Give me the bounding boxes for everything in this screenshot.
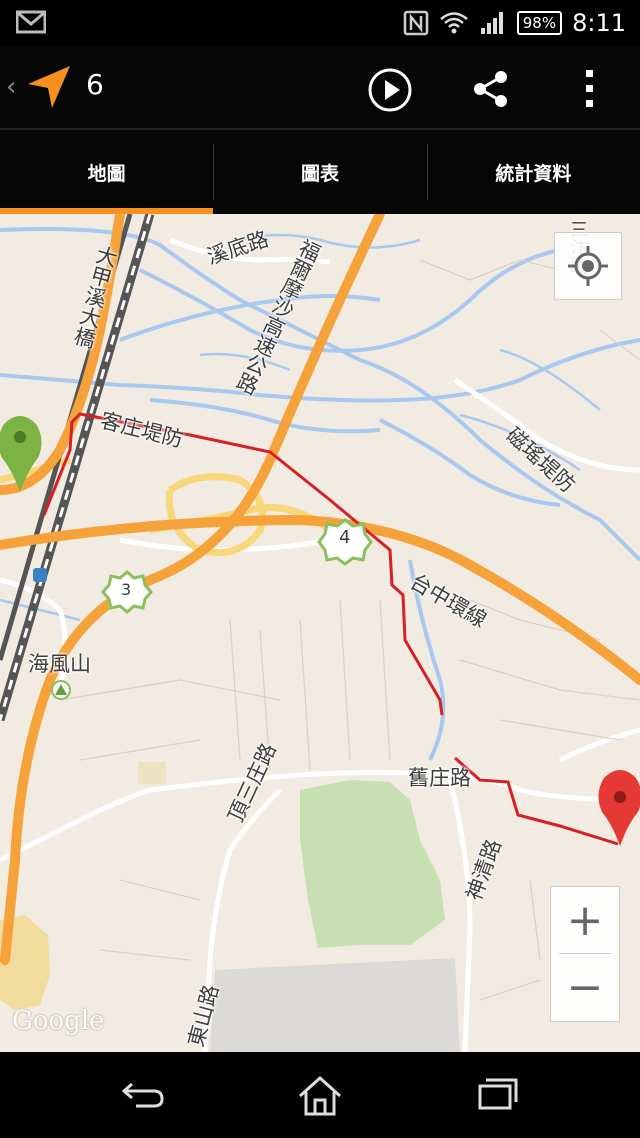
tab-map[interactable]: 地圖 — [0, 130, 214, 214]
end-marker — [598, 770, 640, 846]
label-jiuzhuang-road: 舊庄路 — [408, 766, 471, 790]
label-highway-4: 4 — [339, 527, 351, 548]
gmail-icon — [16, 10, 46, 34]
recents-icon[interactable] — [474, 1074, 520, 1114]
tab-chart[interactable]: 圖表 — [213, 130, 426, 214]
home-icon[interactable] — [296, 1074, 344, 1118]
back-icon[interactable] — [118, 1074, 168, 1114]
label-haifeng-mountain: 海風山 — [28, 652, 91, 676]
zoom-out-button[interactable]: − — [551, 954, 619, 1020]
google-attribution: Google — [12, 1006, 105, 1036]
more-vert-icon[interactable] — [576, 66, 604, 112]
wifi-icon — [439, 12, 468, 34]
up-caret-icon[interactable]: ‹ — [6, 72, 16, 102]
activity-title: 6 — [86, 68, 104, 101]
zoom-controls: + − — [550, 886, 620, 1022]
status-bar: 98% 8:11 — [0, 0, 640, 46]
play-icon[interactable] — [366, 66, 414, 114]
tab-statistics[interactable]: 統計資料 — [426, 130, 640, 214]
my-location-icon — [568, 246, 608, 286]
status-right: 98% 8:11 — [403, 6, 626, 40]
map-view[interactable]: 溪底路 大甲溪大橋 福爾摩沙高速公路 客庄堤防 磁瑤堤防 台中環線 4 3 海風… — [0, 214, 640, 1052]
zoom-in-button[interactable]: + — [551, 887, 619, 953]
action-bar: ‹ 6 — [0, 46, 640, 128]
clock: 8:11 — [572, 9, 626, 37]
my-location-button[interactable] — [554, 232, 622, 300]
battery-indicator: 98% — [516, 11, 563, 35]
system-nav-bar — [0, 1052, 640, 1138]
nfc-icon — [403, 10, 428, 36]
navigation-arrow-icon[interactable] — [24, 62, 74, 112]
signal-icon — [480, 12, 503, 34]
tab-bar: 地圖 圖表 統計資料 — [0, 130, 640, 214]
label-highway-3: 3 — [121, 580, 132, 599]
share-icon[interactable] — [468, 66, 514, 112]
